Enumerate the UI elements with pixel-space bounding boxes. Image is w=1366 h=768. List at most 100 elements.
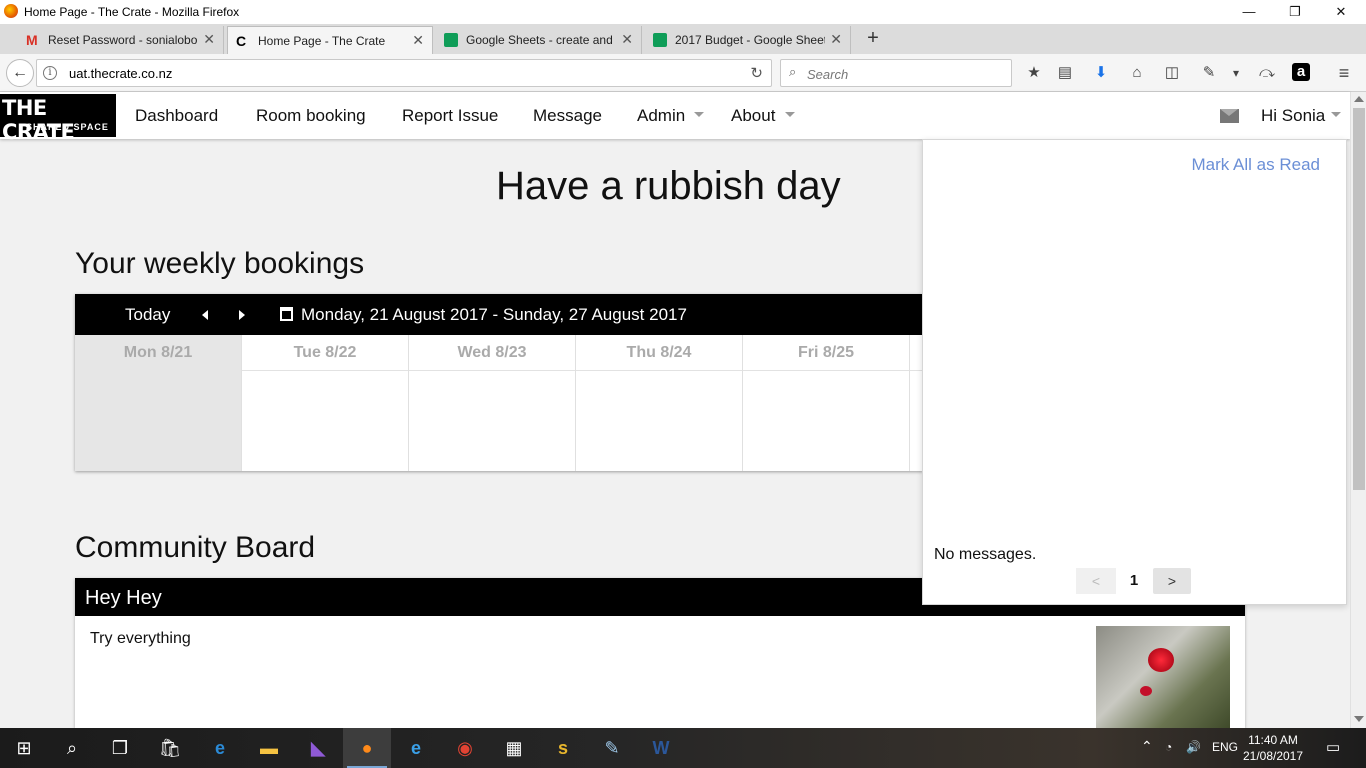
post-body: Try everything: [90, 630, 191, 647]
store-icon[interactable]: 🛍: [146, 728, 194, 768]
hamburger-menu-icon[interactable]: ≡: [1334, 63, 1354, 83]
current-page[interactable]: 1: [1121, 568, 1147, 594]
nav-room-booking[interactable]: Room booking: [256, 106, 366, 126]
tab-2017-budget[interactable]: 2017 Budget - Google Sheets ✕: [645, 26, 851, 54]
day-column[interactable]: Tue 8/22: [242, 335, 409, 471]
site-logo[interactable]: THE CRATE SHARED SPACE: [0, 94, 116, 144]
day-column[interactable]: Thu 8/24: [576, 335, 743, 471]
day-column[interactable]: Mon 8/21: [75, 335, 242, 471]
weekly-bookings-heading: Your weekly bookings: [75, 247, 365, 280]
previous-week-icon[interactable]: [202, 310, 208, 320]
chevron-down-icon[interactable]: [1331, 112, 1341, 117]
network-icon[interactable]: ◔: [1165, 740, 1172, 754]
nav-dashboard[interactable]: Dashboard: [135, 106, 218, 126]
pen-extension-icon[interactable]: ✎: [1199, 63, 1219, 83]
paint-icon[interactable]: ✎: [588, 728, 636, 768]
close-tab-icon[interactable]: ✕: [830, 31, 842, 48]
day-header: Tue 8/22: [242, 335, 408, 371]
day-header: Fri 8/25: [743, 335, 909, 371]
url-text[interactable]: uat.thecrate.co.nz: [69, 66, 172, 81]
chevron-down-icon[interactable]: [694, 112, 704, 117]
booking-scheduler: Today Monday, 21 August 2017 - Sunday, 2…: [75, 294, 923, 471]
nav-report-issue[interactable]: Report Issue: [402, 106, 498, 126]
close-window-button[interactable]: ✕: [1318, 0, 1364, 24]
visual-studio-icon[interactable]: ◣: [294, 728, 342, 768]
restore-button[interactable]: ❐: [1272, 0, 1318, 24]
tab-label: Google Sheets - create and e: [466, 33, 616, 47]
window-title: Home Page - The Crate - Mozilla Firefox: [24, 5, 240, 19]
rose-flower: [1148, 648, 1174, 672]
new-tab-button[interactable]: +: [860, 26, 886, 52]
reload-icon[interactable]: ↻: [750, 64, 763, 82]
search-input[interactable]: ⌕ Search: [780, 59, 1012, 87]
next-week-icon[interactable]: [239, 310, 245, 320]
word-icon[interactable]: W: [637, 728, 685, 768]
file-explorer-icon[interactable]: ▬: [245, 728, 293, 768]
empty-messages-text: No messages.: [934, 546, 1037, 563]
nav-admin[interactable]: Admin: [637, 106, 685, 126]
tray-chevron-up-icon[interactable]: ⌃: [1141, 738, 1153, 755]
back-button[interactable]: ←: [6, 59, 34, 87]
bookmark-star-icon[interactable]: ★: [1024, 63, 1044, 83]
mark-all-read-link[interactable]: Mark All as Read: [1192, 155, 1321, 175]
navigation-toolbar: ← i uat.thecrate.co.nz ↻ ⌕ Search ★ ▤ ⬇ …: [0, 54, 1366, 92]
notifications-icon[interactable]: ▭: [1326, 738, 1340, 756]
next-page-button[interactable]: >: [1153, 568, 1191, 594]
scrollbar-thumb[interactable]: [1353, 108, 1365, 490]
tab-home-page[interactable]: C Home Page - The Crate ✕: [227, 26, 433, 54]
volume-icon[interactable]: 🔊: [1186, 740, 1201, 754]
tab-reset-password[interactable]: M Reset Password - sonialobo1 ✕: [18, 26, 224, 54]
calculator-icon[interactable]: ▦: [490, 728, 538, 768]
amazon-icon[interactable]: a: [1292, 63, 1310, 81]
date-range[interactable]: Monday, 21 August 2017 - Sunday, 27 Augu…: [301, 305, 687, 325]
firefox-icon[interactable]: ●: [343, 728, 391, 768]
gmail-icon: M: [26, 32, 38, 48]
internet-explorer-icon[interactable]: e: [392, 728, 440, 768]
envelope-icon[interactable]: [1220, 109, 1239, 123]
task-view-icon[interactable]: ❐: [96, 728, 144, 768]
rose-bud: [1140, 686, 1152, 696]
page-greeting: Have a rubbish day: [496, 164, 841, 208]
tab-label: 2017 Budget - Google Sheets: [675, 33, 825, 47]
slack-icon[interactable]: s: [539, 728, 587, 768]
post-photo[interactable]: [1096, 626, 1230, 728]
user-menu[interactable]: Hi Sonia: [1261, 106, 1325, 126]
today-button[interactable]: Today: [125, 305, 170, 325]
search-icon[interactable]: ⌕: [48, 728, 96, 768]
chrome-icon[interactable]: ◉: [441, 728, 489, 768]
minimize-button[interactable]: —: [1226, 0, 1272, 24]
close-tab-icon[interactable]: ✕: [621, 31, 633, 48]
clock-time: 11:40 AM: [1248, 733, 1298, 747]
calendar-icon[interactable]: [280, 307, 293, 321]
nav-message[interactable]: Message: [533, 106, 602, 126]
windows-taskbar: ⊞ ⌕ ❐ 🛍 e ▬ ◣ ● e ◉ ▦ s ✎ W ⌃ ◔ 🔊 ENG 11…: [0, 728, 1366, 768]
site-info-icon[interactable]: i: [43, 66, 57, 80]
home-icon[interactable]: ⌂: [1127, 63, 1147, 83]
language-indicator[interactable]: ENG: [1212, 740, 1238, 754]
page-scrollbar[interactable]: [1350, 92, 1366, 728]
day-header: Wed 8/23: [409, 335, 575, 371]
nav-about[interactable]: About: [731, 106, 775, 126]
scroll-down-icon[interactable]: [1354, 716, 1364, 722]
prev-page-button[interactable]: <: [1076, 568, 1116, 594]
extension-icon[interactable]: ◫: [1162, 63, 1182, 83]
close-tab-icon[interactable]: ✕: [412, 32, 424, 49]
system-clock[interactable]: 11:40 AM 21/08/2017: [1240, 732, 1306, 764]
downloads-icon[interactable]: ⬇: [1091, 63, 1111, 83]
reading-list-icon[interactable]: ▤: [1055, 63, 1075, 83]
day-header: Thu 8/24: [576, 335, 742, 371]
day-column[interactable]: Fri 8/25: [743, 335, 910, 471]
edge-icon[interactable]: e: [196, 728, 244, 768]
day-column[interactable]: Wed 8/23: [409, 335, 576, 471]
share-icon[interactable]: ⤼: [1257, 63, 1277, 83]
tab-google-sheets[interactable]: Google Sheets - create and e ✕: [436, 26, 642, 54]
chevron-down-icon[interactable]: [785, 112, 795, 117]
url-bar[interactable]: i uat.thecrate.co.nz ↻: [36, 59, 772, 87]
dropdown-icon[interactable]: ▾: [1226, 63, 1246, 83]
windows-start-icon[interactable]: ⊞: [0, 728, 48, 768]
crate-icon: C: [236, 33, 247, 49]
scroll-up-icon[interactable]: [1354, 96, 1364, 102]
search-icon: ⌕: [789, 64, 797, 79]
close-tab-icon[interactable]: ✕: [203, 31, 215, 48]
post-title: Hey Hey: [85, 587, 162, 609]
